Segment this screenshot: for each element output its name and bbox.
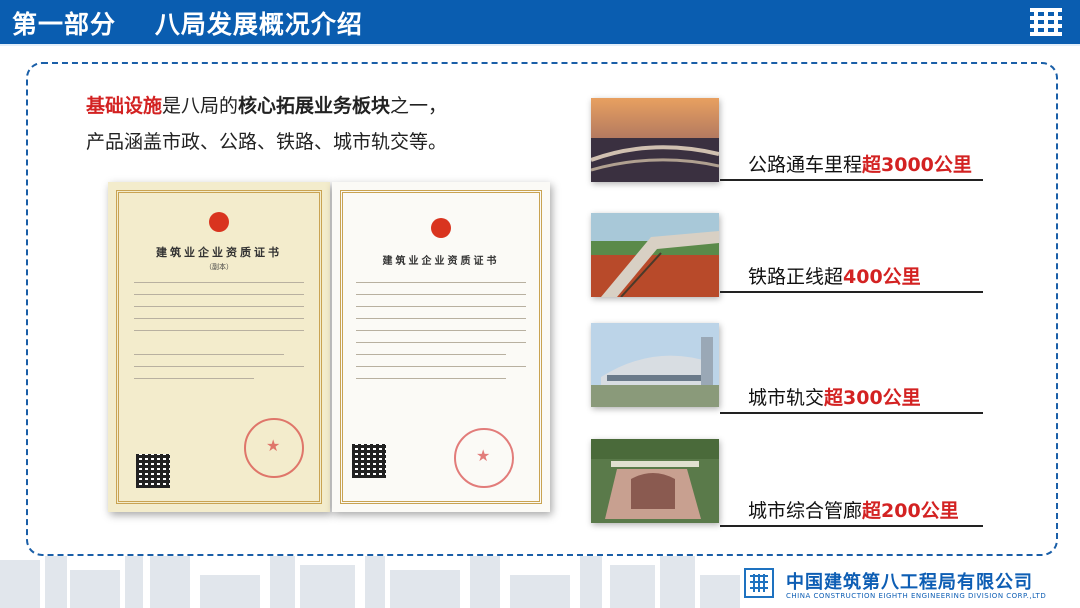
page-title: 第一部分 八局发展概况介绍 (12, 10, 363, 39)
intro-text-part: 是八局的 (162, 95, 239, 117)
tunnel-mileage-label: 城市综合管廊超200公里 (748, 496, 959, 523)
certificate-text-line (356, 294, 526, 295)
metro-station-photo (591, 323, 719, 407)
railway-mileage-label: 铁路正线超400公里 (748, 262, 921, 289)
certificate-images: 建筑业企业资质证书 （副本） 建筑业企业资质证书 (102, 182, 556, 512)
certificate-text-line (134, 318, 304, 319)
certificate-original: 建筑业企业资质证书 (332, 182, 550, 512)
highway-mileage-label: 公路通车里程超3000公里 (748, 150, 972, 177)
certificate-text-line (356, 282, 526, 283)
metro-mileage-label: 城市轨交超300公里 (748, 383, 921, 410)
national-emblem-icon (431, 218, 451, 238)
company-emblem-icon (1030, 8, 1062, 36)
item-highlight: 400公里 (843, 266, 921, 288)
certificate-text-line (134, 366, 304, 367)
railway-bridge-photo (591, 213, 719, 297)
company-name: 中国建筑第八工程局有限公司 (786, 572, 1033, 593)
certificate-text-line (356, 354, 506, 355)
certificate-text-line (356, 378, 506, 379)
certificate-text-line (134, 306, 304, 307)
intro-highlight: 基础设施 (86, 95, 163, 117)
certificate-title: 建筑业企业资质证书 (156, 246, 282, 259)
intro-line-1: 基础设施是八局的核心拓展业务板块之一， (86, 88, 526, 124)
item-highlight: 超200公里 (862, 500, 959, 522)
cscec-logo-icon (744, 568, 774, 598)
item-prefix: 铁路正线超 (748, 266, 844, 288)
certificate-text-line (134, 294, 304, 295)
item-underline (720, 291, 983, 293)
header-bar: 第一部分 八局发展概况介绍 (0, 0, 1080, 44)
intro-text-part: 之一， (390, 95, 448, 117)
certificate-subtitle: （副本） (205, 263, 233, 271)
official-seal-icon (244, 418, 304, 478)
item-underline (720, 412, 983, 414)
qr-code-icon (136, 454, 170, 488)
header-divider (0, 44, 1080, 46)
item-highlight: 超300公里 (824, 387, 921, 409)
item-underline (720, 179, 983, 181)
national-emblem-icon (209, 212, 229, 232)
certificate-text-line (356, 306, 526, 307)
official-seal-icon (454, 428, 514, 488)
certificate-text-line (134, 282, 304, 283)
utility-tunnel-photo (591, 439, 719, 523)
item-prefix: 公路通车里程 (748, 154, 863, 176)
certificate-text-line (134, 330, 304, 331)
certificate-text-line (356, 318, 526, 319)
certificate-title: 建筑业企业资质证书 (382, 256, 500, 267)
certificate-text-line (356, 330, 526, 331)
item-prefix: 城市轨交 (748, 387, 825, 409)
certificate-text-line (134, 354, 284, 355)
certificate-text-line (134, 378, 254, 379)
highway-photo (591, 98, 719, 182)
company-name-en: CHINA CONSTRUCTION EIGHTH ENGINEERING DI… (786, 592, 1047, 600)
qr-code-icon (352, 444, 386, 478)
intro-line-2: 产品涵盖市政、公路、铁路、城市轨交等。 (86, 131, 448, 153)
intro-bold-text: 核心拓展业务板块 (238, 95, 391, 117)
item-prefix: 城市综合管廊 (748, 500, 863, 522)
item-underline (720, 525, 983, 527)
certificate-text-line (356, 342, 526, 343)
intro-text: 基础设施是八局的核心拓展业务板块之一， 产品涵盖市政、公路、铁路、城市轨交等。 (86, 88, 526, 160)
item-highlight: 超3000公里 (862, 154, 972, 176)
certificate-text-line (356, 366, 526, 367)
certificate-copy: 建筑业企业资质证书 （副本） (108, 182, 330, 512)
